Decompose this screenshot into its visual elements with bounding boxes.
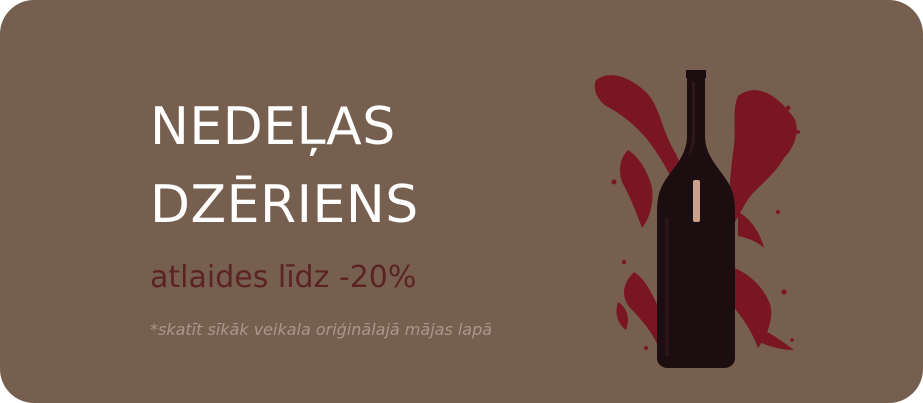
wine-bottle-image [588, 62, 808, 372]
discount-text: atlaides līdz -20% [150, 260, 417, 295]
headline-line-1: NEDEĻAS [150, 97, 396, 157]
banner-text: NEDEĻAS DZĒRIENS atlaides līdz -20% *ska… [150, 88, 492, 339]
footnote-text: *skatīt sīkāk veikala oriģinālajā mājas … [150, 320, 493, 339]
promo-banner[interactable]: NEDEĻAS DZĒRIENS atlaides līdz -20% *ska… [0, 0, 923, 403]
headline-line-2: DZĒRIENS [150, 175, 419, 235]
bottle [657, 70, 735, 368]
banner-headline: NEDEĻAS DZĒRIENS [150, 88, 419, 244]
